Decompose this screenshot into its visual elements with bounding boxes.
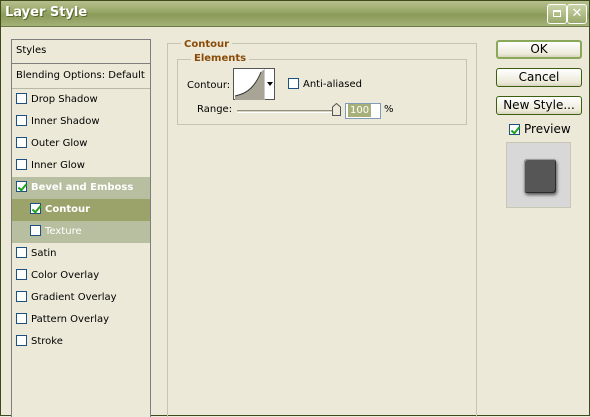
style-item-pattern-overlay[interactable]: Pattern Overlay <box>12 309 150 331</box>
styles-header[interactable]: Styles <box>12 40 150 64</box>
anti-aliased-checkbox[interactable] <box>288 78 299 89</box>
style-item-contour[interactable]: Contour <box>12 199 150 221</box>
ok-button[interactable]: OK <box>496 40 582 59</box>
style-item-outer-glow[interactable]: Outer Glow <box>12 133 150 155</box>
bevel-and-emboss-checkbox[interactable] <box>16 181 27 192</box>
elements-group <box>177 59 467 125</box>
style-item-label: Texture <box>45 226 82 237</box>
slider-thumb-icon[interactable] <box>332 103 341 116</box>
style-item-inner-glow[interactable]: Inner Glow <box>12 155 150 177</box>
contour-curve-icon <box>235 70 265 100</box>
inner-shadow-checkbox[interactable] <box>16 115 27 126</box>
preview-box <box>506 142 571 208</box>
color-overlay-checkbox[interactable] <box>16 269 27 280</box>
drop-shadow-checkbox[interactable] <box>16 93 27 104</box>
restore-icon <box>553 10 561 17</box>
range-label: Range: <box>197 104 233 115</box>
style-item-label: Drop Shadow <box>31 94 98 105</box>
style-item-label: Stroke <box>31 336 63 347</box>
preview-swatch <box>524 159 556 193</box>
contour-dropdown-arrow[interactable] <box>264 69 274 99</box>
style-item-label: Gradient Overlay <box>31 292 117 303</box>
cancel-button[interactable]: Cancel <box>496 68 582 87</box>
close-button[interactable]: ✕ <box>567 4 587 24</box>
style-item-texture[interactable]: Texture <box>12 221 150 243</box>
style-item-label: Inner Glow <box>31 160 85 171</box>
style-item-bevel-and-emboss[interactable]: Bevel and Emboss <box>12 177 150 199</box>
range-unit: % <box>384 104 394 115</box>
anti-aliased-label: Anti-aliased <box>303 79 363 90</box>
new-style-button[interactable]: New Style... <box>496 96 582 115</box>
close-icon: ✕ <box>571 6 583 21</box>
style-item-label: Pattern Overlay <box>31 314 110 325</box>
preview-label: Preview <box>524 122 571 136</box>
style-item-color-overlay[interactable]: Color Overlay <box>12 265 150 287</box>
contour-label: Contour: <box>187 80 231 91</box>
texture-checkbox[interactable] <box>30 225 41 236</box>
satin-checkbox[interactable] <box>16 247 27 258</box>
gradient-overlay-checkbox[interactable] <box>16 291 27 302</box>
section-title: Contour <box>181 39 233 50</box>
style-item-gradient-overlay[interactable]: Gradient Overlay <box>12 287 150 309</box>
style-item-label: Contour <box>45 204 91 215</box>
style-item-stroke[interactable]: Stroke <box>12 331 150 353</box>
contour-checkbox[interactable] <box>30 203 41 214</box>
inner-glow-checkbox[interactable] <box>16 159 27 170</box>
style-item-satin[interactable]: Satin <box>12 243 150 265</box>
style-item-label: Inner Shadow <box>31 116 100 127</box>
style-item-label: Satin <box>31 248 57 259</box>
style-item-label: Outer Glow <box>31 138 88 149</box>
range-slider[interactable] <box>237 110 339 113</box>
style-item-label: Color Overlay <box>31 270 100 281</box>
range-input[interactable]: 100 <box>345 103 381 119</box>
style-item-drop-shadow[interactable]: Drop Shadow <box>12 89 150 111</box>
window-title: Layer Style <box>5 5 88 20</box>
preview-checkbox[interactable] <box>509 124 520 135</box>
layer-style-dialog: Layer Style ✕ Styles Blending Options: D… <box>0 0 590 417</box>
styles-list: Styles Blending Options: Default Drop Sh… <box>11 39 151 417</box>
range-value: 100 <box>348 104 372 117</box>
blending-options-item[interactable]: Blending Options: Default <box>12 64 150 89</box>
group-title: Elements <box>191 53 250 64</box>
title-bar[interactable]: Layer Style ✕ <box>1 1 589 27</box>
stroke-checkbox[interactable] <box>16 335 27 346</box>
restore-button[interactable] <box>547 4 567 24</box>
preview-toggle[interactable]: Preview <box>509 122 571 136</box>
style-item-inner-shadow[interactable]: Inner Shadow <box>12 111 150 133</box>
outer-glow-checkbox[interactable] <box>16 137 27 148</box>
anti-aliased-option[interactable]: Anti-aliased <box>288 78 362 90</box>
pattern-overlay-checkbox[interactable] <box>16 313 27 324</box>
style-item-label: Bevel and Emboss <box>31 182 134 193</box>
